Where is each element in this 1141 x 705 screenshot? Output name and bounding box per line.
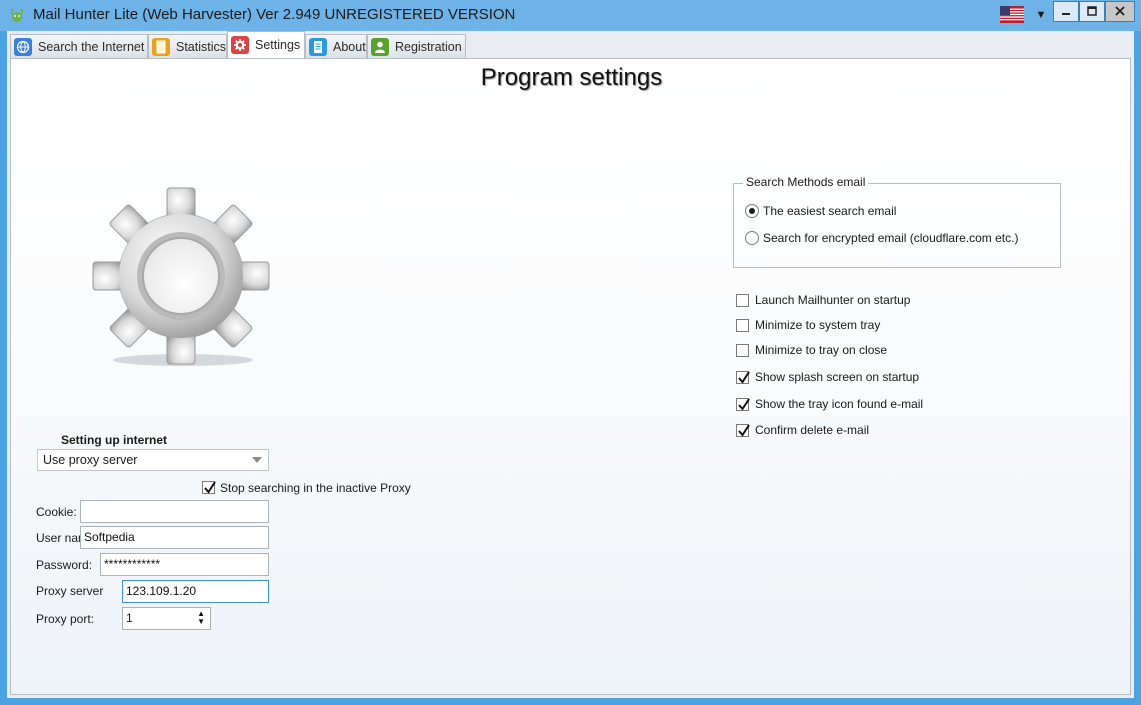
tab-label: Registration xyxy=(395,39,462,54)
proxy-port-value: 1 xyxy=(126,611,133,625)
password-label: Password: xyxy=(36,558,93,572)
search-methods-title: Search Methods email xyxy=(743,175,869,189)
show-splash-checkbox[interactable] xyxy=(736,371,750,384)
cookie-input[interactable] xyxy=(80,500,269,523)
tab-settings[interactable]: Settings xyxy=(227,31,305,58)
radio-easiest-search[interactable] xyxy=(745,204,759,218)
tab-label: Settings xyxy=(255,38,301,52)
proxy-port-stepper[interactable]: 1 ▲ ▼ xyxy=(122,607,211,630)
minimize-on-close-label: Minimize to tray on close xyxy=(755,343,888,357)
proxy-server-label: Proxy server xyxy=(36,584,104,598)
proxy-server-input[interactable]: 123.109.1.20 xyxy=(122,580,269,603)
minimize-to-tray-label: Minimize to system tray xyxy=(755,318,881,332)
checkmark-icon xyxy=(738,424,750,437)
title-bar: Mail Hunter Lite (Web Harvester) Ver 2.9… xyxy=(0,0,1141,31)
close-button[interactable] xyxy=(1105,1,1135,22)
spinner-arrows-icon[interactable]: ▲ ▼ xyxy=(197,610,205,626)
minimize-on-close-checkbox[interactable] xyxy=(736,344,749,357)
tab-registration[interactable]: Registration xyxy=(367,34,466,58)
checkmark-icon xyxy=(204,481,216,494)
show-splash-label: Show splash screen on startup xyxy=(755,370,920,384)
radio-encrypted-search-label: Search for encrypted email (cloudflare.c… xyxy=(763,231,1019,245)
page-title: Program settings xyxy=(480,64,663,91)
window-title: Mail Hunter Lite (Web Harvester) Ver 2.9… xyxy=(33,6,516,23)
confirm-delete-label: Confirm delete e-mail xyxy=(755,423,870,437)
checkmark-icon xyxy=(738,371,750,384)
show-tray-icon-checkbox[interactable] xyxy=(736,398,750,411)
minimize-button[interactable] xyxy=(1053,1,1079,22)
launch-on-startup-label: Launch Mailhunter on startup xyxy=(755,293,911,307)
chevron-down-icon xyxy=(252,457,262,463)
username-input[interactable]: Softpedia xyxy=(80,526,269,549)
proxy-mode-dropdown[interactable]: Use proxy server xyxy=(37,449,269,471)
settings-gear-illustration xyxy=(92,187,270,366)
language-dropdown-icon[interactable]: ▼ xyxy=(1033,7,1049,23)
checkmark-icon xyxy=(738,398,750,411)
tab-statistics[interactable]: Statistics xyxy=(148,34,227,58)
show-tray-icon-label: Show the tray icon found e-mail xyxy=(755,397,924,411)
tab-search-the-internet[interactable]: Search the Internet xyxy=(10,34,148,58)
tab-label: Search the Internet xyxy=(38,39,145,54)
stop-inactive-proxy-checkbox[interactable] xyxy=(202,481,216,494)
tab-label: About xyxy=(333,39,366,54)
maximize-button[interactable] xyxy=(1079,1,1105,22)
tab-strip: Search the Internet Statistics Settings … xyxy=(7,31,1134,58)
password-input[interactable]: ************ xyxy=(100,553,269,576)
stop-inactive-proxy-label: Stop searching in the inactive Proxy xyxy=(220,481,411,495)
document-icon xyxy=(309,37,327,56)
radio-encrypted-search[interactable] xyxy=(745,231,759,245)
us-flag-icon[interactable] xyxy=(1000,6,1024,23)
app-icon xyxy=(11,9,23,22)
tab-label: Statistics xyxy=(175,39,226,54)
radio-easiest-search-label: The easiest search email xyxy=(763,204,897,218)
cookie-label: Cookie: xyxy=(36,505,77,519)
tab-about[interactable]: About xyxy=(305,34,367,58)
internet-section-label: Setting up internet xyxy=(61,433,167,447)
launch-on-startup-checkbox[interactable] xyxy=(736,294,749,307)
confirm-delete-checkbox[interactable] xyxy=(736,424,750,437)
search-methods-group xyxy=(733,183,1061,268)
user-icon xyxy=(371,37,389,56)
gear-icon xyxy=(231,36,249,54)
minimize-to-tray-checkbox[interactable] xyxy=(736,319,749,332)
statistics-icon xyxy=(152,37,170,56)
proxy-mode-value: Use proxy server xyxy=(43,453,138,467)
settings-panel: Program settings Setting up internet Use… xyxy=(10,58,1131,695)
username-label: User name xyxy=(36,531,80,545)
globe-icon xyxy=(14,37,32,56)
proxy-port-label: Proxy port: xyxy=(36,612,95,626)
app-frame: Search the Internet Statistics Settings … xyxy=(7,31,1134,698)
